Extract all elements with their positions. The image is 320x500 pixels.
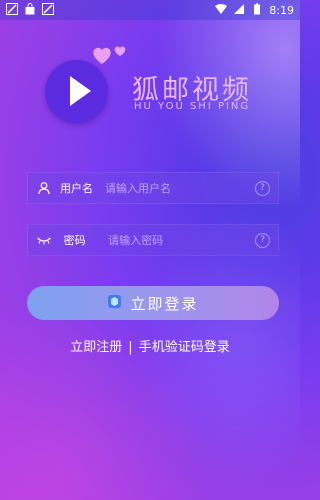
wifi-icon bbox=[215, 3, 228, 18]
login-logo-icon bbox=[107, 294, 122, 313]
user-icon bbox=[28, 181, 60, 195]
username-help-icon[interactable]: ? bbox=[255, 180, 270, 196]
sms-login-link[interactable]: 手机验证码登录 bbox=[139, 336, 230, 355]
username-field-row: 用户名 ? bbox=[27, 172, 279, 204]
username-input[interactable] bbox=[103, 180, 255, 196]
password-field-row: 密码 ? bbox=[27, 224, 279, 256]
link-separator: | bbox=[128, 340, 133, 355]
status-left bbox=[6, 2, 54, 18]
status-time: 8:19 bbox=[269, 3, 294, 17]
login-button[interactable]: 立即登录 bbox=[27, 286, 279, 320]
username-label: 用户名 bbox=[60, 182, 93, 195]
status-bar: 8:19 bbox=[0, 0, 300, 20]
notification-n-icon bbox=[42, 2, 54, 18]
secondary-links: 立即注册 | 手机验证码登录 bbox=[0, 336, 300, 355]
battery-icon bbox=[251, 2, 263, 18]
shopping-bag-icon bbox=[24, 2, 36, 18]
password-input[interactable] bbox=[106, 232, 256, 248]
logo-circle bbox=[45, 60, 108, 123]
app-logo: 狐邮视频 HU YOU SHI PING bbox=[40, 40, 270, 123]
hearts-icon bbox=[93, 46, 126, 64]
status-right: 8:19 bbox=[215, 2, 294, 18]
notification-n-icon bbox=[6, 2, 18, 18]
play-icon bbox=[70, 76, 91, 106]
signal-icon bbox=[233, 3, 245, 18]
eye-closed-icon[interactable] bbox=[28, 234, 60, 246]
password-help-icon[interactable]: ? bbox=[255, 232, 270, 248]
login-label: 立即登录 bbox=[130, 294, 199, 313]
brand-subtitle: HU YOU SHI PING bbox=[134, 101, 251, 112]
register-link[interactable]: 立即注册 bbox=[70, 336, 122, 355]
password-label: 密码 bbox=[63, 234, 86, 247]
